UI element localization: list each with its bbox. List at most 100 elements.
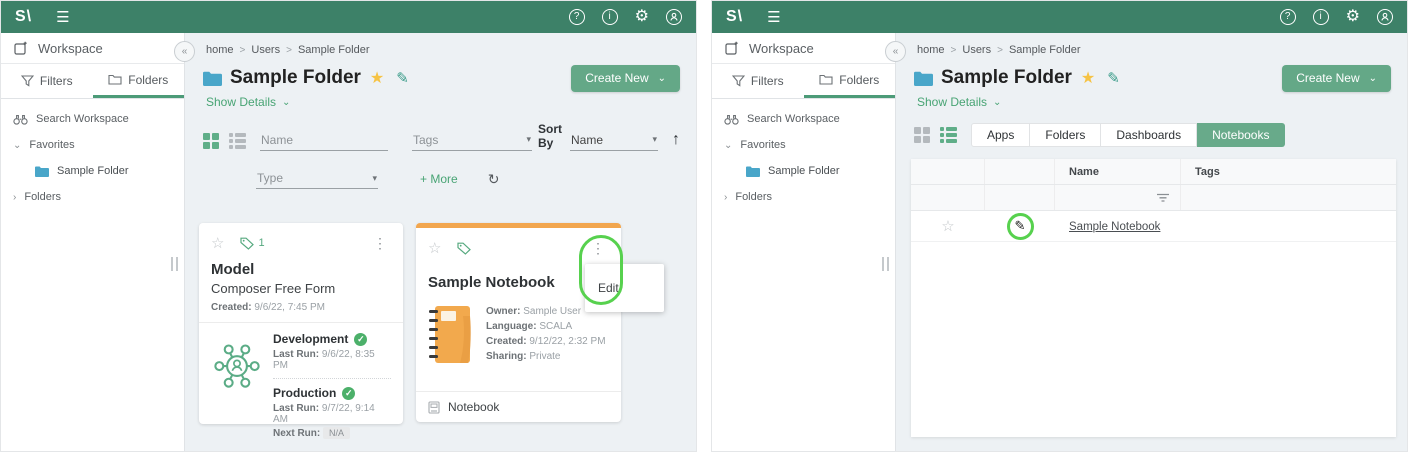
sidebar-resize-handle[interactable] — [882, 257, 889, 271]
tab-apps[interactable]: Apps — [971, 123, 1030, 147]
show-details-label: Show Details — [917, 95, 987, 109]
breadcrumb-users[interactable]: Users — [251, 44, 280, 56]
edit-pencil-icon[interactable]: ✎ — [1015, 218, 1026, 234]
type-filter-select[interactable]: Type ▾ — [256, 168, 378, 189]
table-row[interactable]: ☆ ✎ Sample Notebook — [911, 211, 1396, 242]
refresh-icon[interactable]: ↻ — [488, 171, 500, 188]
sort-by-select[interactable]: Name ▾ — [570, 130, 658, 151]
tab-filters[interactable]: Filters — [1, 64, 93, 98]
breadcrumb-home[interactable]: home — [206, 44, 234, 56]
folders-group[interactable]: › Folders — [724, 191, 895, 203]
sidebar-item-label: Sample Folder — [57, 165, 129, 177]
env-prod-lastrun: Last Run: 9/7/22, 9:14 AM — [273, 403, 391, 425]
hamburger-menu-icon[interactable]: ☰ — [767, 10, 780, 25]
tag-icon[interactable] — [457, 242, 471, 255]
grid-view-icon[interactable] — [914, 127, 930, 143]
notebook-card[interactable]: ☆ ⋮ Sample Notebook — [416, 223, 621, 422]
folders-group[interactable]: › Folders — [13, 191, 184, 203]
sidebar-resize-handle[interactable] — [171, 257, 178, 271]
tags-filter-select[interactable]: Tags ▾ — [412, 130, 532, 151]
header-tags-col[interactable]: Tags — [1181, 159, 1396, 184]
create-new-label: Create New — [1296, 71, 1359, 85]
sidebar-header: Workspace — [1, 33, 184, 64]
folder-outline-icon — [108, 74, 122, 85]
person-glyph — [668, 11, 680, 23]
tab-folders[interactable]: Folders — [93, 64, 185, 98]
table-header-row: Name Tags — [911, 159, 1396, 185]
hamburger-menu-icon[interactable]: ☰ — [56, 10, 69, 25]
sidebar-item-sample-folder[interactable]: Sample Folder — [746, 165, 895, 177]
caret-down-icon: ▾ — [526, 134, 531, 145]
sidebar-collapse-button[interactable]: « — [174, 41, 195, 62]
create-new-button[interactable]: Create New ⌄ — [571, 65, 680, 92]
account-icon[interactable] — [666, 9, 682, 25]
list-view-icon[interactable] — [229, 133, 246, 149]
sidebar-tabs: Filters Folders — [712, 64, 895, 99]
menu-item-edit[interactable]: Edit — [585, 281, 664, 295]
favorites-label: Favorites — [29, 139, 74, 151]
left-screenshot-panel: S\ ☰ ? i ⚙ Workspace Filters Folders — [0, 0, 697, 452]
model-card[interactable]: ☆ 1 ⋮ Model Composer Free Form Created: … — [199, 223, 403, 424]
star-outline-icon[interactable]: ☆ — [428, 239, 441, 257]
more-filters-button[interactable]: + More — [420, 172, 458, 186]
star-outline-icon[interactable]: ☆ — [211, 234, 224, 252]
grid-view-icon[interactable] — [203, 133, 219, 149]
card-title[interactable]: Sample Notebook — [428, 274, 609, 291]
header-name-col[interactable]: Name — [1055, 159, 1181, 184]
view-toggle — [914, 127, 957, 143]
rename-pencil-icon[interactable]: ✎ — [1107, 69, 1120, 87]
settings-gear-icon[interactable]: ⚙ — [1346, 9, 1360, 25]
top-bar: S\ ☰ ? i ⚙ — [712, 1, 1407, 33]
sort-by-label: Sort By — [538, 123, 562, 151]
tab-dashboards[interactable]: Dashboards — [1101, 123, 1197, 147]
sidebar-item-sample-folder[interactable]: Sample Folder — [35, 165, 184, 177]
breadcrumb-users[interactable]: Users — [962, 44, 991, 56]
account-icon[interactable] — [1377, 9, 1393, 25]
chevron-down-icon: ⌄ — [13, 140, 21, 151]
show-details-toggle[interactable]: Show Details ⌄ — [917, 95, 1001, 109]
new-window-icon[interactable] — [725, 41, 739, 55]
name-filter-input[interactable] — [260, 130, 388, 151]
tag-icon[interactable]: 1 — [240, 237, 264, 250]
list-view-icon[interactable] — [940, 127, 957, 143]
show-details-toggle[interactable]: Show Details ⌄ — [206, 95, 290, 109]
new-window-icon[interactable] — [14, 41, 28, 55]
card-title[interactable]: Model — [211, 261, 391, 278]
star-outline-icon[interactable]: ☆ — [941, 217, 954, 235]
kebab-menu-icon[interactable]: ⋮ — [587, 240, 609, 257]
breadcrumb-home[interactable]: home — [917, 44, 945, 56]
help-icon[interactable]: ? — [1280, 9, 1296, 25]
breadcrumb-separator: > — [240, 45, 246, 56]
filter-toolbar: Tags ▾ Sort By Name ▾ ↑ — [203, 123, 680, 151]
search-workspace[interactable]: Search Workspace — [724, 113, 895, 125]
info-icon[interactable]: i — [1313, 9, 1329, 25]
sidebar-collapse-button[interactable]: « — [885, 41, 906, 62]
notebook-row-link[interactable]: Sample Notebook — [1055, 221, 1160, 233]
column-filter-icon[interactable] — [1156, 193, 1170, 203]
search-workspace[interactable]: Search Workspace — [13, 113, 184, 125]
favorites-group[interactable]: ⌄ Favorites — [13, 139, 184, 151]
create-new-button[interactable]: Create New ⌄ — [1282, 65, 1391, 92]
model-network-icon — [211, 338, 263, 390]
topbar-actions: ? i ⚙ — [569, 9, 682, 25]
rename-pencil-icon[interactable]: ✎ — [396, 69, 409, 87]
info-icon[interactable]: i — [602, 9, 618, 25]
settings-gear-icon[interactable]: ⚙ — [635, 9, 649, 25]
favorite-star-icon[interactable]: ★ — [1081, 68, 1095, 88]
help-icon[interactable]: ? — [569, 9, 585, 25]
tab-filters[interactable]: Filters — [712, 64, 804, 98]
topbar-actions: ? i ⚙ — [1280, 9, 1393, 25]
kebab-menu-icon[interactable]: ⋮ — [369, 235, 391, 252]
tab-folders[interactable]: Folders — [804, 64, 896, 98]
chevron-right-icon: › — [13, 192, 16, 203]
sort-direction-icon[interactable]: ↑ — [672, 131, 680, 149]
funnel-icon — [732, 75, 745, 87]
tab-folders-type[interactable]: Folders — [1030, 123, 1101, 147]
dotted-divider — [273, 378, 391, 379]
sidebar-tabs: Filters Folders — [1, 64, 184, 99]
favorites-group[interactable]: ⌄ Favorites — [724, 139, 895, 151]
favorite-star-icon[interactable]: ★ — [370, 68, 384, 88]
notebook-meta: Owner: Sample User Language: SCALA Creat… — [428, 304, 609, 366]
tab-notebooks[interactable]: Notebooks — [1197, 123, 1285, 147]
breadcrumb-separator: > — [997, 45, 1003, 56]
